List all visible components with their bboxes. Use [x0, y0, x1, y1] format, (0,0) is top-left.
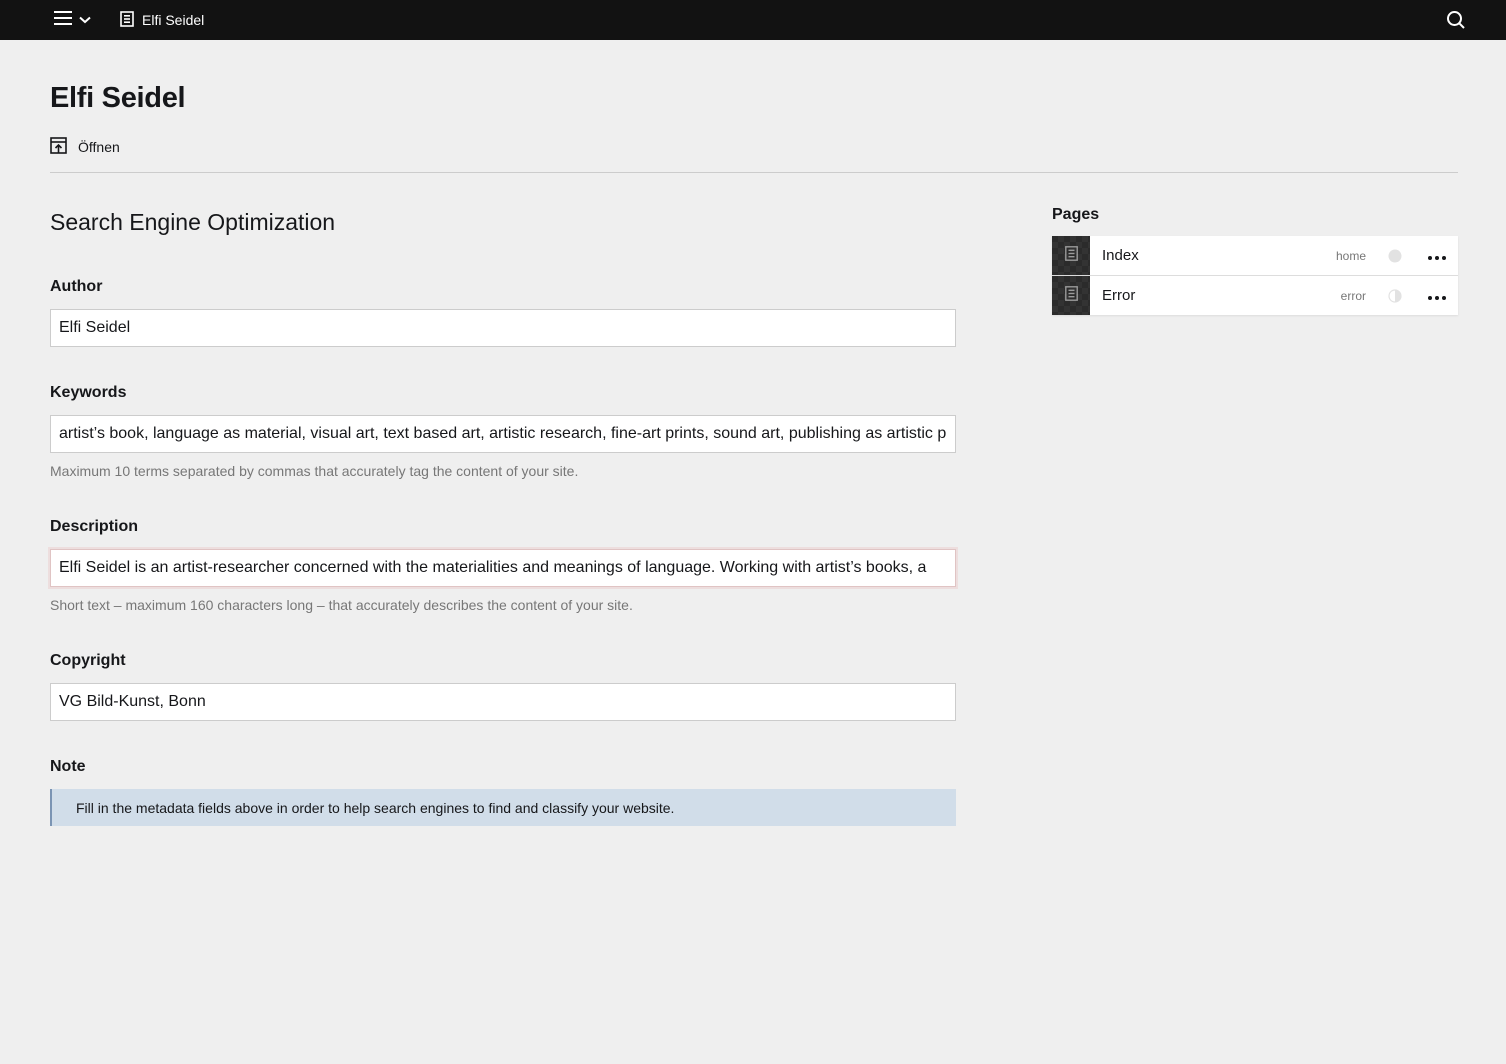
description-label: Description [50, 518, 139, 535]
section-title: Search Engine Optimization [50, 209, 336, 235]
keywords-help: Maximum 10 terms separated by commas tha… [50, 463, 579, 479]
page-icon [1064, 285, 1078, 306]
note-label: Note [50, 758, 86, 775]
page-title: Elfi Seidel [50, 82, 186, 114]
hamburger-icon [54, 10, 72, 30]
topbar: Elfi Seidel [0, 0, 1506, 40]
page-icon [120, 10, 134, 30]
search-button[interactable] [1446, 10, 1466, 30]
note-text: Fill in the metadata fields above in ord… [76, 799, 675, 816]
copyright-label: Copyright [50, 652, 126, 669]
site-title: Elfi Seidel [142, 12, 205, 28]
status-unlisted-icon[interactable] [1388, 249, 1402, 263]
page-title: Error [1102, 287, 1136, 304]
author-label: Author [50, 278, 103, 295]
more-dots-icon [1428, 247, 1446, 265]
page-template: error [1340, 288, 1366, 303]
status-draft-icon[interactable] [1388, 288, 1402, 303]
open-label: Öffnen [78, 139, 120, 155]
description-help: Short text – maximum 160 characters long… [50, 597, 633, 613]
note-box: Fill in the metadata fields above in ord… [50, 789, 956, 826]
site-link[interactable]: Elfi Seidel [120, 10, 204, 30]
pages-heading: Pages [1052, 206, 1100, 223]
open-in-browser-icon [50, 137, 67, 157]
pages-list: Index home Error error [1052, 236, 1458, 315]
page-icon [1064, 245, 1078, 266]
page-template: home [1335, 248, 1366, 263]
chevron-down-icon [79, 11, 91, 29]
page-item-index[interactable]: Index home [1052, 236, 1458, 275]
description-field[interactable] [50, 549, 956, 587]
page-options-button[interactable] [1426, 286, 1448, 306]
more-dots-icon [1428, 287, 1446, 305]
page-item-error[interactable]: Error error [1052, 275, 1458, 315]
header-divider [50, 172, 1458, 173]
keywords-label: Keywords [50, 384, 127, 401]
page-thumbnail [1052, 276, 1090, 315]
open-button[interactable]: Öffnen [50, 137, 120, 157]
search-icon [1446, 11, 1466, 34]
author-field[interactable] [50, 309, 956, 347]
menu-toggle-button[interactable] [54, 8, 100, 32]
copyright-field[interactable] [50, 683, 956, 721]
keywords-field[interactable] [50, 415, 956, 453]
page-thumbnail [1052, 236, 1090, 275]
page-options-button[interactable] [1426, 246, 1448, 266]
page-title: Index [1102, 247, 1139, 264]
